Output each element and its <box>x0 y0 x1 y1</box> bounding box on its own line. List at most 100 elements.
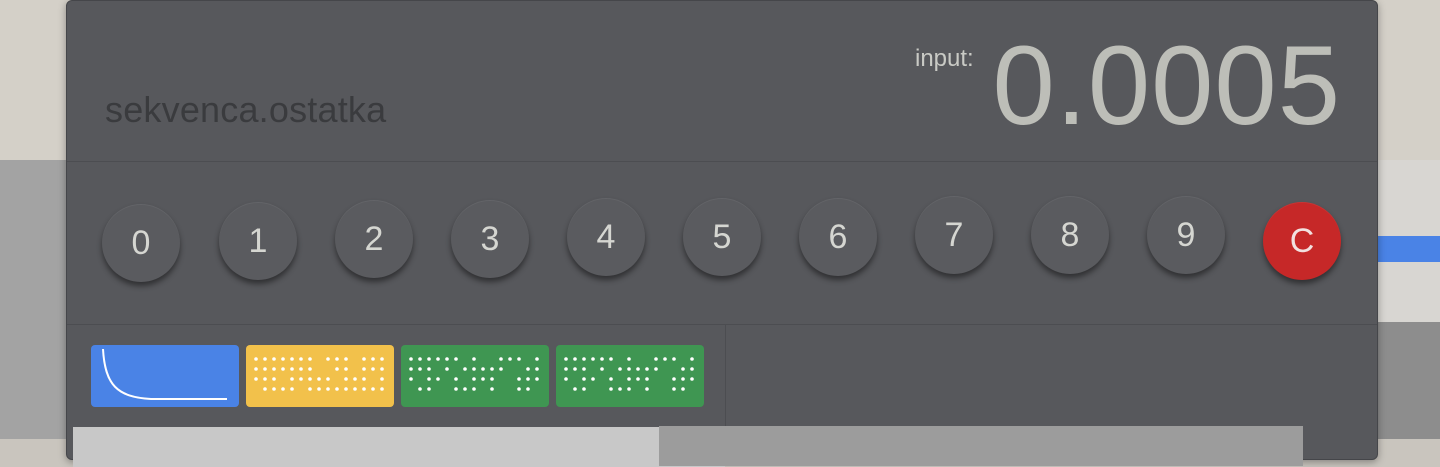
pattern-dot <box>618 387 622 391</box>
pattern-dot <box>362 367 366 371</box>
pattern-dot <box>472 377 476 381</box>
lower-right-strip <box>659 426 1303 466</box>
background-right-dark <box>1378 322 1440 439</box>
digit-8-button[interactable]: 8 <box>1031 196 1109 274</box>
pattern-dot <box>600 367 604 371</box>
pattern-dot <box>526 387 530 391</box>
pattern-dot <box>472 357 476 361</box>
pattern-dot <box>362 387 366 391</box>
pattern-dot <box>263 357 267 361</box>
pattern-dot <box>627 367 631 371</box>
pattern-dot <box>481 377 485 381</box>
pattern-dot <box>281 387 285 391</box>
pattern-dot <box>591 377 595 381</box>
pattern-dot <box>427 357 431 361</box>
pattern-dot <box>335 357 339 361</box>
digit-2-button[interactable]: 2 <box>335 200 413 278</box>
pattern-dot <box>591 357 595 361</box>
pattern-dot <box>627 377 631 381</box>
pattern-dot <box>308 387 312 391</box>
pattern-dot <box>508 357 512 361</box>
pattern-dot <box>609 357 613 361</box>
digit-5-button[interactable]: 5 <box>683 198 761 276</box>
digit-4-button[interactable]: 4 <box>567 198 645 276</box>
thumbnail-dot-sequence-green-2[interactable] <box>556 345 704 407</box>
pattern-dot <box>344 357 348 361</box>
pattern-dot <box>326 357 330 361</box>
pattern-dot <box>335 367 339 371</box>
pattern-dot <box>681 367 685 371</box>
sequence-name: sekvenca.ostatka <box>105 89 387 130</box>
pattern-dot <box>454 357 458 361</box>
pattern-dot <box>344 377 348 381</box>
clear-button[interactable]: C <box>1263 202 1341 280</box>
pattern-dot <box>499 367 503 371</box>
pattern-dot <box>600 357 604 361</box>
pattern-dot <box>281 357 285 361</box>
pattern-dot <box>526 377 530 381</box>
pattern-dot <box>418 367 422 371</box>
pattern-dot <box>427 377 431 381</box>
pattern-dot <box>263 377 267 381</box>
pattern-dot <box>645 367 649 371</box>
dot-pattern-icon <box>409 357 539 391</box>
pattern-dot <box>299 357 303 361</box>
pattern-dot <box>380 367 384 371</box>
pattern-dot <box>672 377 676 381</box>
pattern-dot <box>427 387 431 391</box>
pattern-dot <box>409 367 413 371</box>
decay-curve-icon <box>102 348 227 400</box>
pattern-dot <box>690 357 694 361</box>
digit-1-button[interactable]: 1 <box>219 202 297 280</box>
digit-0-button[interactable]: 0 <box>102 204 180 282</box>
pattern-dot <box>454 377 458 381</box>
pattern-dot <box>272 387 276 391</box>
pattern-dot <box>272 377 276 381</box>
pattern-dot <box>463 367 467 371</box>
pattern-dot <box>517 357 521 361</box>
pattern-dot <box>654 367 658 371</box>
pattern-dot <box>380 387 384 391</box>
dot-pattern-icon <box>254 357 384 391</box>
pattern-dot <box>463 387 467 391</box>
pattern-dot <box>380 377 384 381</box>
pattern-dot <box>690 367 694 371</box>
pattern-dot <box>490 377 494 381</box>
pattern-dot <box>609 387 613 391</box>
background-blue-bar <box>1378 236 1440 262</box>
pattern-dot <box>445 357 449 361</box>
pattern-dot <box>499 357 503 361</box>
pattern-dot <box>281 367 285 371</box>
pattern-dot <box>436 377 440 381</box>
pattern-dot <box>344 387 348 391</box>
pattern-dot <box>362 357 366 361</box>
pattern-dot <box>290 357 294 361</box>
digit-6-button[interactable]: 6 <box>799 198 877 276</box>
pattern-dot <box>535 357 539 361</box>
pattern-dot <box>409 377 413 381</box>
digit-7-button[interactable]: 7 <box>915 196 993 274</box>
pattern-dot <box>627 357 631 361</box>
lower-left-strip <box>73 427 725 467</box>
pattern-dot <box>254 377 258 381</box>
thumbnail-dot-sequence-green-1[interactable] <box>401 345 549 407</box>
pattern-dot <box>481 367 485 371</box>
pattern-dot <box>654 357 658 361</box>
thumbnail-dot-sequence-yellow[interactable] <box>246 345 394 407</box>
pattern-dot <box>290 367 294 371</box>
pattern-dot <box>436 357 440 361</box>
pattern-dot <box>344 367 348 371</box>
pattern-dot <box>681 387 685 391</box>
thumbnail-decay-curve[interactable] <box>91 345 239 407</box>
pattern-dot <box>380 357 384 361</box>
pattern-dot <box>663 357 667 361</box>
pattern-dot <box>517 377 521 381</box>
pattern-dot <box>308 377 312 381</box>
pattern-dot <box>535 377 539 381</box>
pattern-dot <box>645 377 649 381</box>
pattern-dot <box>418 357 422 361</box>
dot-pattern-icon <box>564 357 694 391</box>
digit-9-button[interactable]: 9 <box>1147 196 1225 274</box>
pattern-dot <box>317 377 321 381</box>
digit-3-button[interactable]: 3 <box>451 200 529 278</box>
